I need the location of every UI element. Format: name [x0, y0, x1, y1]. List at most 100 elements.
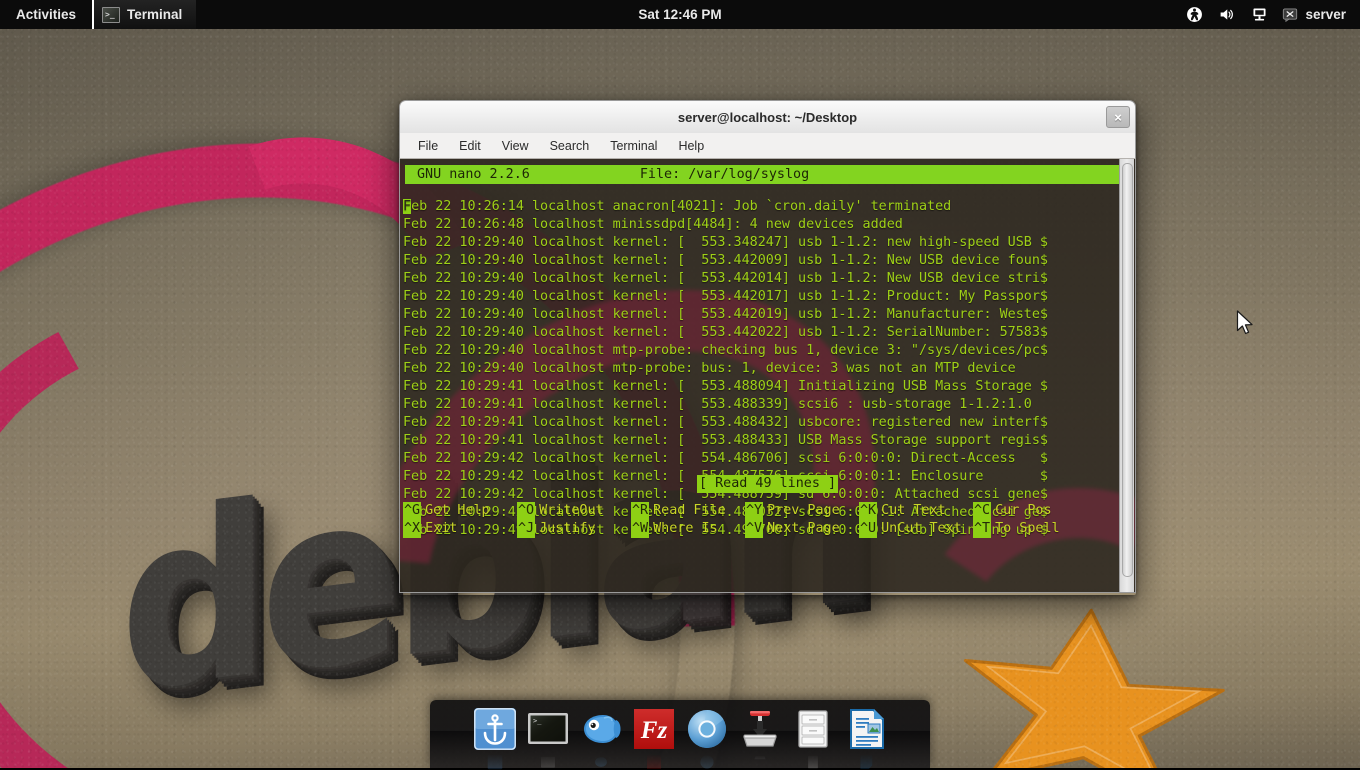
nano-shortcut-key: ^C — [973, 502, 991, 520]
nano-shortcut-bar: ^GGet Help^OWriteOut^RRead File^YPrev Pa… — [400, 502, 1135, 538]
nano-shortcut-key: ^W — [631, 520, 649, 538]
nano-status-wrapper: [ Read 49 lines ] — [400, 475, 1135, 493]
nano-shortcut[interactable]: ^JJustify — [517, 520, 631, 538]
nano-shortcut-label: UnCut Text — [877, 520, 962, 538]
nano-log-line: Feb 22 10:29:41 localhost kernel: [ 553.… — [403, 396, 1135, 414]
clock-label[interactable]: Sat 12:46 PM — [638, 7, 721, 22]
accessibility-icon[interactable] — [1186, 6, 1203, 23]
nano-shortcut-label: Read File — [649, 502, 726, 520]
nano-shortcut[interactable]: ^CCur Pos — [973, 502, 1087, 520]
dock-item-fish[interactable] — [578, 706, 624, 752]
nano-file-label: File: /var/log/syslog — [530, 165, 809, 184]
dock-item-cairo-dock-anchor[interactable] — [472, 706, 518, 752]
menu-file[interactable]: File — [409, 136, 447, 156]
nano-shortcut-key: ^O — [517, 502, 535, 520]
nano-shortcut-label: Next Page — [763, 520, 840, 538]
terminal-window[interactable]: server@localhost: ~/Desktop × File Edit … — [399, 100, 1136, 595]
dock-item-package-installer[interactable] — [737, 706, 783, 752]
volume-icon[interactable] — [1217, 6, 1237, 23]
nano-log-line: Feb 22 10:29:41 localhost kernel: [ 553.… — [403, 378, 1135, 396]
dock-item-libreoffice-writer[interactable] — [843, 706, 889, 752]
nano-shortcut-key: ^X — [403, 520, 421, 538]
nano-log-line: Feb 22 10:29:40 localhost kernel: [ 553.… — [403, 234, 1135, 252]
nano-log-line: Feb 22 10:29:42 localhost kernel: [ 554.… — [403, 450, 1135, 468]
nano-log-line: Feb 22 10:29:40 localhost kernel: [ 553.… — [403, 252, 1135, 270]
nano-header-bar: GNU nano 2.2.6 File: /var/log/syslog — [405, 165, 1129, 184]
dock-item-file-manager[interactable] — [790, 706, 836, 752]
nano-shortcut-label: Get Help — [421, 502, 490, 520]
terminal-icon: >_ — [102, 7, 120, 23]
wallpaper-starfish-icon — [940, 600, 1240, 768]
nano-shortcut-row-1: ^GGet Help^OWriteOut^RRead File^YPrev Pa… — [400, 502, 1135, 520]
nano-shortcut-key: ^R — [631, 502, 649, 520]
nano-log-line: Feb 22 10:29:40 localhost mtp-probe: che… — [403, 342, 1135, 360]
menu-help[interactable]: Help — [669, 136, 713, 156]
nano-shortcut-label: Justify — [535, 520, 595, 538]
dock: >_ Fz — [430, 700, 930, 768]
nano-shortcut-key: ^V — [745, 520, 763, 538]
menu-terminal[interactable]: Terminal — [601, 136, 666, 156]
window-list-terminal[interactable]: >_ Terminal — [92, 0, 196, 29]
nano-log-line: Feb 22 10:29:40 localhost kernel: [ 553.… — [403, 288, 1135, 306]
fish-icon — [578, 706, 624, 752]
nano-shortcut[interactable]: ^RRead File — [631, 502, 745, 520]
libreoffice-writer-icon — [843, 706, 889, 752]
nano-shortcut[interactable]: ^VNext Page — [745, 520, 859, 538]
user-name-label: server — [1305, 7, 1346, 22]
menu-view[interactable]: View — [493, 136, 538, 156]
nano-shortcut-label: Exit — [421, 520, 457, 538]
nano-shortcut-key: ^G — [403, 502, 421, 520]
close-icon[interactable]: × — [1106, 106, 1130, 128]
nano-shortcut[interactable]: ^KCut Text — [859, 502, 973, 520]
dock-item-chromium[interactable] — [684, 706, 730, 752]
top-bar: Activities >_ Terminal Sat 12:46 PM — [0, 0, 1360, 29]
user-status-icon — [1282, 8, 1298, 22]
menu-edit[interactable]: Edit — [450, 136, 490, 156]
nano-shortcut-label: Cut Text — [877, 502, 946, 520]
nano-shortcut[interactable]: ^YPrev Page — [745, 502, 859, 520]
user-menu[interactable]: server — [1282, 7, 1346, 22]
dock-item-filezilla[interactable]: Fz — [631, 706, 677, 752]
nano-status-message: [ Read 49 lines ] — [697, 475, 838, 493]
nano-log-line: Feb 22 10:29:40 localhost mtp-probe: bus… — [403, 360, 1135, 378]
nano-version-label: GNU nano 2.2.6 — [405, 165, 530, 184]
terminal-icon: >_ — [525, 706, 571, 752]
nano-shortcut[interactable]: ^OWriteOut — [517, 502, 631, 520]
nano-log-line: Feb 22 10:29:40 localhost kernel: [ 553.… — [403, 324, 1135, 342]
display-icon[interactable] — [1251, 6, 1268, 23]
svg-text:>_: >_ — [533, 717, 542, 725]
window-title: server@localhost: ~/Desktop — [678, 110, 857, 125]
window-list-label: Terminal — [127, 7, 182, 22]
nano-log-line: Feb 22 10:29:41 localhost kernel: [ 553.… — [403, 414, 1135, 432]
activities-button[interactable]: Activities — [0, 0, 92, 29]
nano-shortcut-label: WriteOut — [535, 502, 604, 520]
nano-log-line: Feb 22 10:29:41 localhost kernel: [ 553.… — [403, 432, 1135, 450]
menubar: File Edit View Search Terminal Help — [399, 133, 1136, 159]
package-installer-icon — [737, 706, 783, 752]
nano-shortcut-label: Cur Pos — [991, 502, 1051, 520]
nano-shortcut[interactable]: ^TTo Spell — [973, 520, 1087, 538]
terminal-scrollbar[interactable] — [1119, 159, 1134, 593]
filezilla-icon: Fz — [631, 706, 677, 752]
nano-shortcut-label: Where Is — [649, 520, 718, 538]
nano-shortcut[interactable]: ^WWhere Is — [631, 520, 745, 538]
nano-shortcut-key: ^T — [973, 520, 991, 538]
terminal-screen[interactable]: GNU nano 2.2.6 File: /var/log/syslog Feb… — [399, 159, 1136, 593]
nano-log-line: Feb 22 10:26:48 localhost minissdpd[4484… — [403, 216, 1135, 234]
system-tray: server — [1186, 0, 1352, 29]
window-titlebar[interactable]: server@localhost: ~/Desktop × — [399, 100, 1136, 133]
nano-shortcut-label: Prev Page — [763, 502, 840, 520]
nano-shortcut-key: ^U — [859, 520, 877, 538]
nano-shortcut[interactable]: ^GGet Help — [403, 502, 517, 520]
dock-item-terminal[interactable]: >_ — [525, 706, 571, 752]
nano-log-line: Feb 22 10:26:14 localhost anacron[4021]:… — [403, 198, 1135, 216]
nano-editor: GNU nano 2.2.6 File: /var/log/syslog Feb… — [400, 165, 1135, 540]
nano-shortcut[interactable]: ^UUnCut Text — [859, 520, 973, 538]
svg-text:Fz: Fz — [639, 717, 667, 744]
terminal-scrollbar-thumb[interactable] — [1122, 163, 1133, 577]
menu-search[interactable]: Search — [541, 136, 599, 156]
file-manager-icon — [790, 706, 836, 752]
nano-shortcut[interactable]: ^XExit — [403, 520, 517, 538]
chromium-icon — [684, 706, 730, 752]
nano-shortcut-label: To Spell — [991, 520, 1060, 538]
